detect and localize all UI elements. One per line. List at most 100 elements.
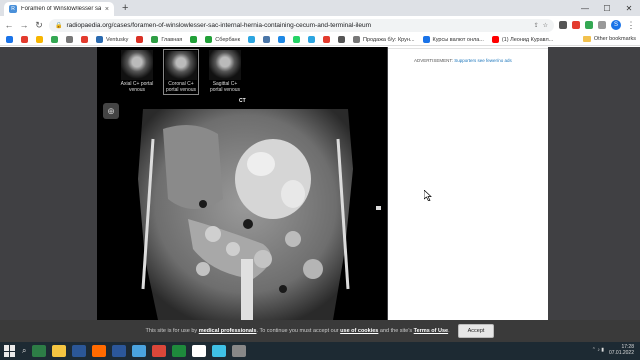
tab-title: Foramen of Winslow/lesser sac bbox=[21, 6, 101, 12]
supporters-link[interactable]: Supporters see fewer/no ads bbox=[454, 58, 512, 63]
bookmark-favicon-icon bbox=[277, 36, 285, 43]
taskbar-app-icon[interactable] bbox=[192, 345, 207, 357]
other-bookmarks[interactable]: Other bookmarks bbox=[582, 36, 636, 42]
taskbar-app-icon[interactable] bbox=[52, 345, 67, 357]
new-tab-icon[interactable]: + bbox=[122, 2, 128, 14]
browser-tab[interactable]: R Foramen of Winslow/lesser sac × bbox=[4, 2, 114, 16]
extensions-row: S ⋮ bbox=[559, 20, 636, 31]
bookmark-item[interactable] bbox=[262, 36, 270, 43]
profile-avatar[interactable]: S bbox=[611, 20, 621, 30]
reload-icon[interactable]: ↻ bbox=[34, 20, 44, 31]
bookmark-item[interactable] bbox=[247, 36, 255, 43]
bookmark-favicon-icon bbox=[36, 36, 43, 43]
cookie-message: This site is for use by medical professi… bbox=[146, 328, 450, 334]
star-icon[interactable]: ☆ bbox=[543, 22, 548, 29]
tray-icons[interactable]: ⌃ ♪ ▮ bbox=[592, 347, 604, 353]
bookmark-item[interactable]: Ventusky bbox=[96, 36, 128, 43]
thumb-axial[interactable]: Axial C+ portal venous bbox=[119, 49, 155, 95]
bookmark-item[interactable]: (1) Леонид Куравл... bbox=[491, 36, 554, 43]
bookmark-item[interactable] bbox=[337, 36, 345, 43]
menu-icon[interactable]: ⋮ bbox=[626, 20, 636, 31]
maximize-icon[interactable]: ☐ bbox=[596, 4, 618, 13]
minimize-icon[interactable]: — bbox=[574, 4, 596, 13]
thumb-sagittal[interactable]: Sagittal C+ portal venous bbox=[207, 49, 243, 95]
windows-start-icon[interactable] bbox=[4, 345, 16, 357]
taskbar-app-icon[interactable] bbox=[72, 345, 87, 357]
bookmark-item[interactable] bbox=[51, 36, 58, 43]
thumb-coronal[interactable]: Coronal C+ portal venous bbox=[163, 49, 199, 95]
taskbar-app-icon[interactable] bbox=[92, 345, 107, 357]
bookmark-item[interactable]: Курсы валют онла... bbox=[422, 36, 484, 43]
viewer-scroll-handle[interactable] bbox=[376, 206, 381, 210]
bookmark-item[interactable] bbox=[136, 36, 144, 43]
cookie-banner: This site is for use by medical professi… bbox=[0, 320, 640, 342]
thumbnail-image bbox=[209, 50, 241, 80]
share-icon[interactable]: ⇪ bbox=[534, 22, 539, 29]
close-window-icon[interactable]: ✕ bbox=[618, 4, 640, 13]
right-panel: ADVERTISEMENT: Supporters see fewer/no a… bbox=[388, 47, 548, 320]
stack-icon: ⊕ bbox=[107, 105, 115, 116]
taskbar-app-icon[interactable] bbox=[112, 345, 127, 357]
cookie-text-part: and the site's bbox=[378, 328, 414, 334]
panel-divider bbox=[388, 47, 548, 49]
bookmark-item[interactable]: Продажа б/у: Крун... bbox=[352, 36, 415, 43]
bookmark-favicon-icon bbox=[81, 36, 88, 43]
bookmark-item[interactable] bbox=[277, 36, 285, 43]
bookmark-item[interactable]: Сбербанк bbox=[205, 36, 240, 43]
bookmark-item[interactable] bbox=[66, 36, 73, 43]
thumb-label: Axial C+ portal venous bbox=[120, 81, 154, 93]
tab-strip: R Foramen of Winslow/lesser sac × + — ☐ … bbox=[0, 0, 640, 16]
taskbar-app-icon[interactable] bbox=[212, 345, 227, 357]
bookmark-label: (1) Леонид Куравл... bbox=[501, 36, 554, 43]
window-controls: — ☐ ✕ bbox=[574, 0, 640, 16]
address-bar[interactable]: 🔒 radiopaedia.org/cases/foramen-of-winsl… bbox=[49, 18, 554, 32]
taskbar-app-icon[interactable] bbox=[172, 345, 187, 357]
extension-icon[interactable] bbox=[572, 21, 580, 29]
search-icon[interactable]: ⌕ bbox=[22, 346, 26, 356]
stack-toggle-button[interactable]: ⊕ bbox=[103, 103, 119, 119]
terms-of-use-link[interactable]: Terms of Use bbox=[414, 328, 448, 334]
puzzle-icon[interactable] bbox=[598, 21, 606, 29]
clock[interactable]: 17:28 07.01.2022 bbox=[609, 344, 634, 356]
thumb-label: Sagittal C+ portal venous bbox=[209, 81, 241, 93]
bookmarks-bar: Ventusky Главная Сбербанк Продажа б/у: Крун… bbox=[0, 34, 640, 46]
bookmark-item[interactable] bbox=[292, 36, 300, 43]
bookmark-item[interactable] bbox=[36, 36, 43, 43]
bookmark-favicon-icon bbox=[307, 36, 315, 43]
bookmark-item[interactable] bbox=[6, 36, 13, 43]
bookmark-favicon-icon bbox=[352, 36, 360, 43]
back-icon[interactable]: ← bbox=[4, 20, 14, 30]
cookie-text-part: . To continue you must accept our bbox=[256, 328, 341, 334]
close-tab-icon[interactable]: × bbox=[105, 6, 109, 13]
extension-icon[interactable] bbox=[585, 21, 593, 29]
extension-icon[interactable] bbox=[559, 21, 567, 29]
taskbar-app-icon[interactable] bbox=[232, 345, 247, 357]
bookmark-favicon-icon bbox=[292, 36, 300, 43]
use-of-cookies-link[interactable]: use of cookies bbox=[340, 328, 378, 334]
bookmark-favicon-icon bbox=[491, 36, 499, 43]
bookmark-item[interactable] bbox=[81, 36, 88, 43]
lock-icon: 🔒 bbox=[55, 22, 63, 29]
bookmark-label: Сбербанк bbox=[215, 36, 240, 43]
medical-professionals-link[interactable]: medical professionals bbox=[199, 328, 257, 334]
bookmark-favicon-icon bbox=[151, 36, 159, 43]
bookmark-item[interactable] bbox=[322, 36, 330, 43]
taskbar-app-icon[interactable] bbox=[32, 345, 47, 357]
bookmark-item[interactable] bbox=[307, 36, 315, 43]
taskbar-app-icon[interactable] bbox=[132, 345, 147, 357]
forward-icon[interactable]: → bbox=[19, 20, 29, 30]
bookmark-favicon-icon bbox=[422, 36, 430, 43]
mouse-cursor-icon bbox=[424, 190, 432, 201]
url-text: radiopaedia.org/cases/foramen-of-winslow… bbox=[66, 21, 372, 29]
bookmark-label: Продажа б/у: Крун... bbox=[362, 36, 415, 43]
bookmark-item[interactable]: Главная bbox=[151, 36, 182, 43]
accept-cookies-button[interactable]: Accept bbox=[457, 324, 495, 338]
bookmark-favicon-icon bbox=[190, 36, 198, 43]
taskbar-app-icon[interactable] bbox=[152, 345, 167, 357]
bookmark-item[interactable] bbox=[21, 36, 28, 43]
bookmark-item[interactable] bbox=[190, 36, 198, 43]
bookmark-favicon-icon bbox=[6, 36, 13, 43]
bookmark-favicon-icon bbox=[21, 36, 28, 43]
ct-coronal-image[interactable] bbox=[133, 109, 358, 320]
bookmark-favicon-icon bbox=[247, 36, 255, 43]
